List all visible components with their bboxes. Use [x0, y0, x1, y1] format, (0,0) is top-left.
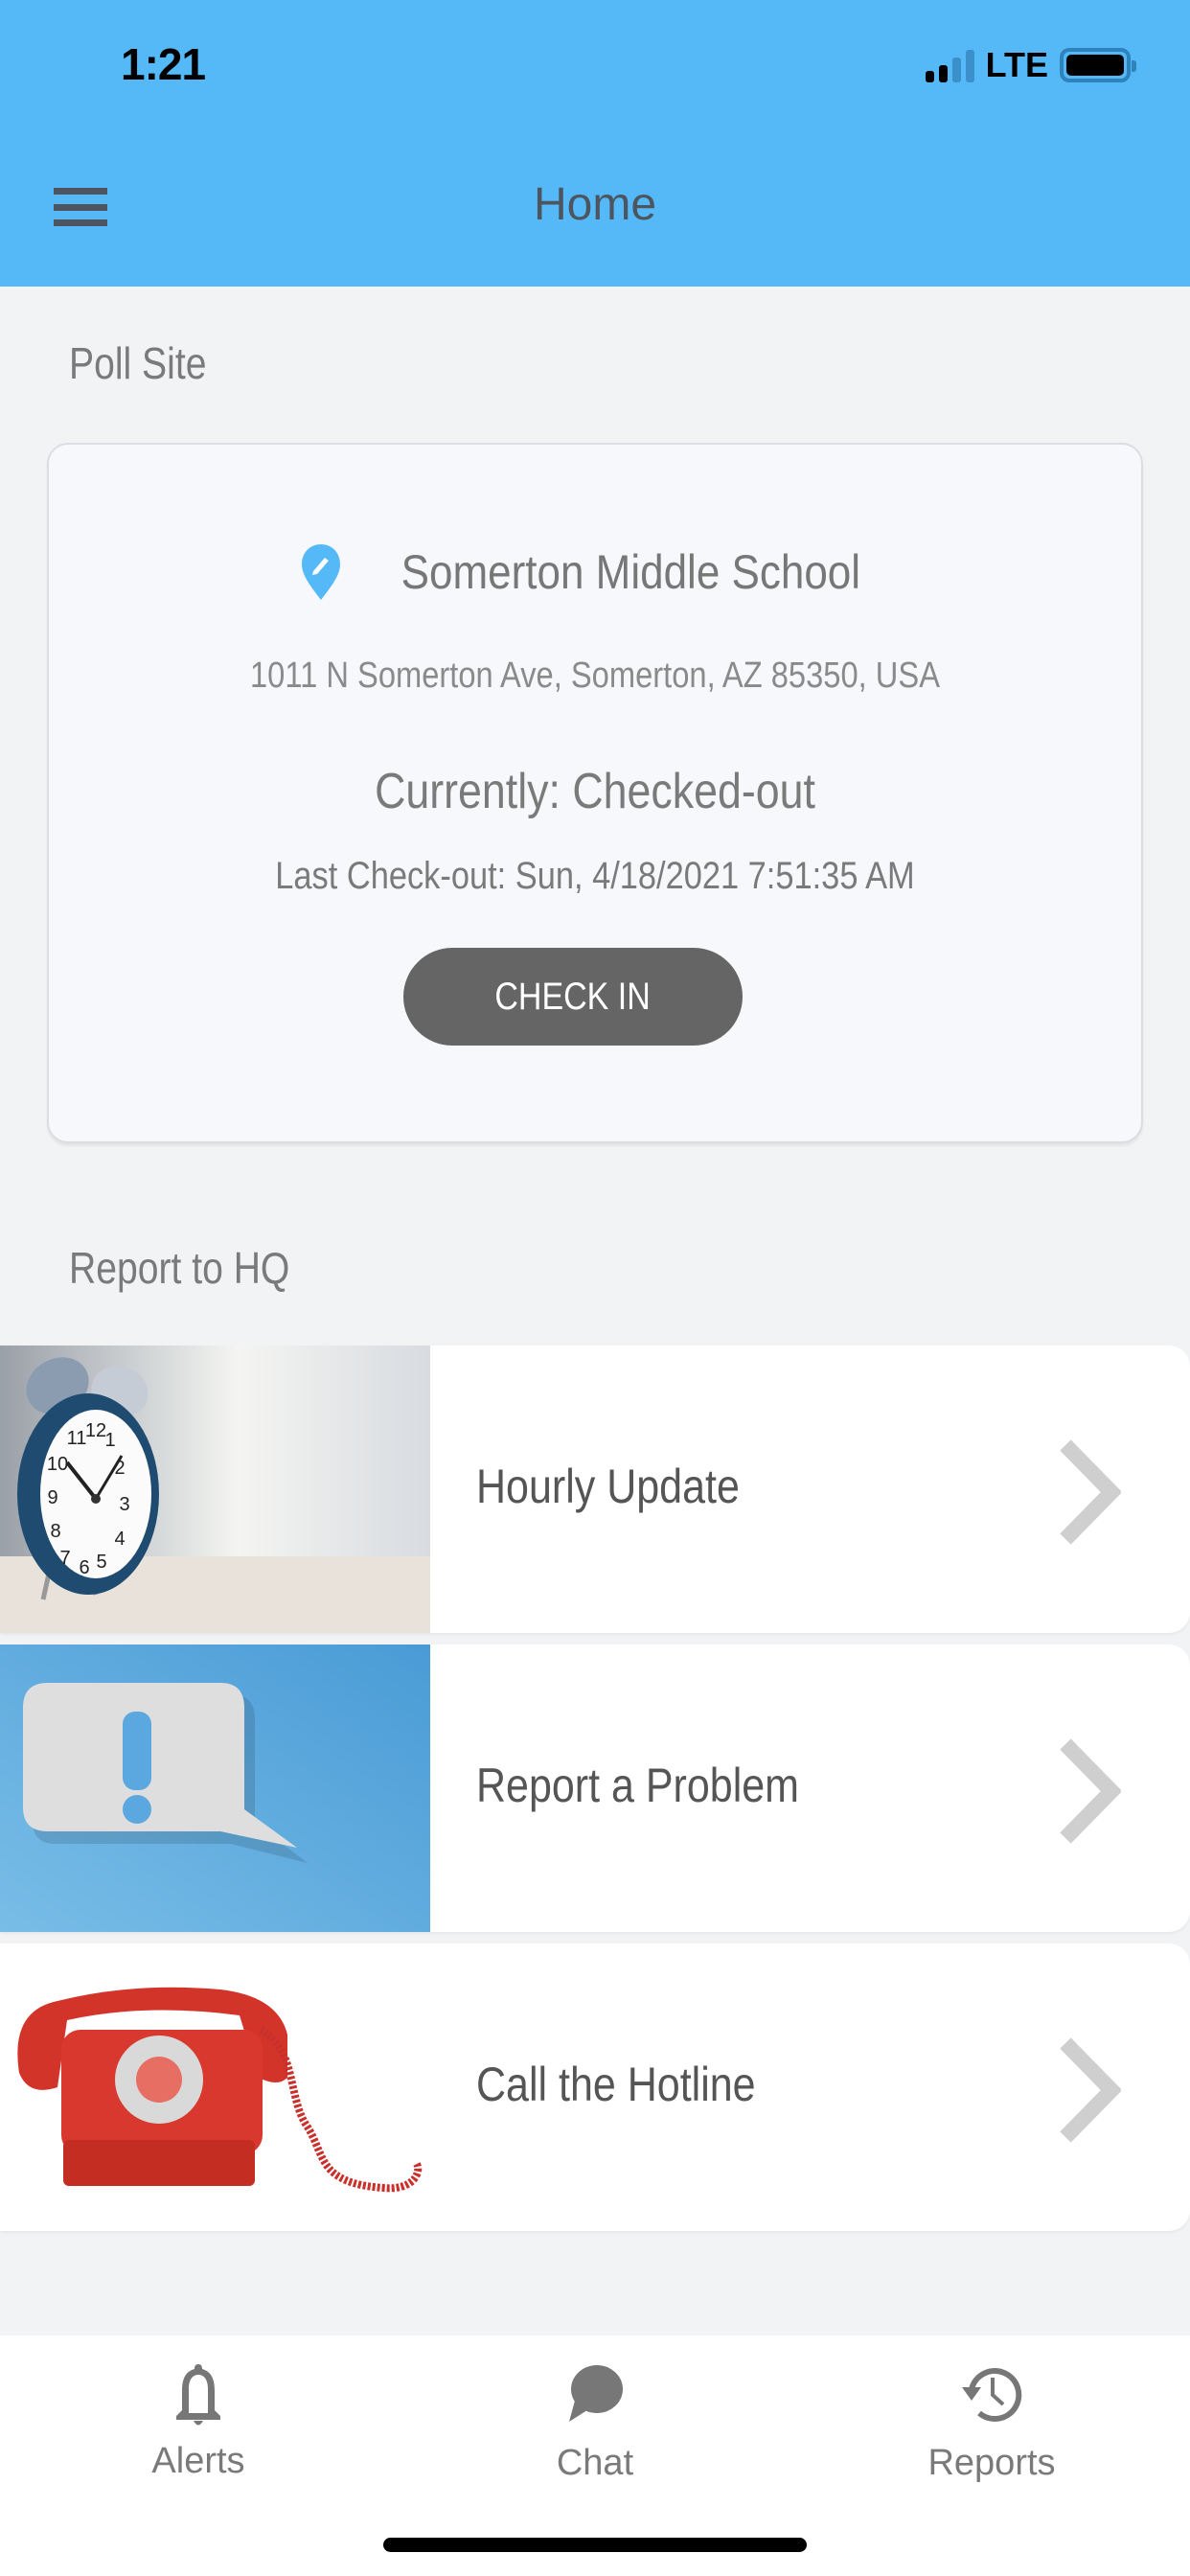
red-rotary-telephone-image — [0, 1944, 430, 2231]
network-type: LTE — [985, 45, 1048, 84]
tab-label: Chat — [556, 2443, 634, 2483]
svg-text:1: 1 — [104, 1430, 115, 1451]
chevron-right-icon — [1060, 1439, 1121, 1545]
check-in-button-label: CHECK IN — [494, 975, 652, 1018]
tab-chat[interactable]: Chat — [397, 2335, 793, 2498]
report-item-call-the-hotline[interactable]: Call the Hotline — [0, 1944, 1190, 2231]
home-indicator[interactable] — [383, 2538, 807, 2552]
svg-text:3: 3 — [119, 1494, 129, 1515]
chevron-right-icon — [1060, 1738, 1121, 1844]
tab-label: Alerts — [151, 2441, 245, 2481]
page-title: Home — [533, 179, 657, 230]
chevron-right-icon — [1060, 2037, 1121, 2143]
map-pin-edit-icon — [301, 544, 340, 600]
svg-text:6: 6 — [79, 1557, 89, 1578]
tab-reports[interactable]: Reports — [793, 2335, 1190, 2498]
svg-text:9: 9 — [47, 1487, 57, 1508]
tab-label: Reports — [927, 2443, 1056, 2483]
last-checkout-time: Last Check-out: Sun, 4/18/2021 7:51:35 A… — [275, 855, 915, 897]
report-item-label: Call the Hotline — [476, 2058, 756, 2111]
svg-text:5: 5 — [96, 1552, 106, 1573]
site-address: 1011 N Somerton Ave, Somerton, AZ 85350,… — [250, 656, 940, 696]
svg-text:12: 12 — [85, 1420, 106, 1441]
svg-text:4: 4 — [114, 1529, 125, 1550]
tab-alerts[interactable]: Alerts — [0, 2335, 397, 2498]
site-name-row: Somerton Middle School — [49, 542, 1141, 602]
alarm-clock-image: 12 11 10 987 654 321 — [0, 1346, 430, 1633]
checkin-status: Currently: Checked-out — [375, 764, 815, 819]
poll-site-card: Somerton Middle School 1011 N Somerton A… — [47, 443, 1143, 1143]
battery-icon — [1060, 48, 1136, 82]
report-item-report-a-problem[interactable]: Report a Problem — [0, 1644, 1190, 1932]
site-name: Somerton Middle School — [400, 545, 860, 599]
svg-text:7: 7 — [59, 1548, 70, 1569]
history-icon — [962, 2368, 1022, 2422]
status-indicators: LTE — [925, 45, 1136, 84]
svg-text:11: 11 — [67, 1428, 87, 1449]
report-to-hq-section-title: Report to HQ — [69, 1243, 290, 1293]
signal-strength-icon — [925, 48, 974, 82]
app-header: 1:21 LTE Home — [0, 0, 1190, 287]
chat-bubble-icon — [569, 2365, 623, 2422]
svg-text:8: 8 — [50, 1521, 60, 1542]
report-item-label: Report a Problem — [476, 1759, 799, 1812]
exclamation-speech-bubble-image — [0, 1644, 430, 1932]
status-time: 1:21 — [121, 39, 206, 89]
svg-text:10: 10 — [47, 1454, 68, 1475]
report-item-label: Hourly Update — [476, 1460, 740, 1513]
check-in-button[interactable]: CHECK IN — [403, 948, 743, 1046]
bell-icon — [176, 2364, 220, 2426]
poll-site-section-title: Poll Site — [69, 338, 207, 388]
report-item-hourly-update[interactable]: 12 11 10 987 654 321 Hourly Update — [0, 1346, 1190, 1633]
